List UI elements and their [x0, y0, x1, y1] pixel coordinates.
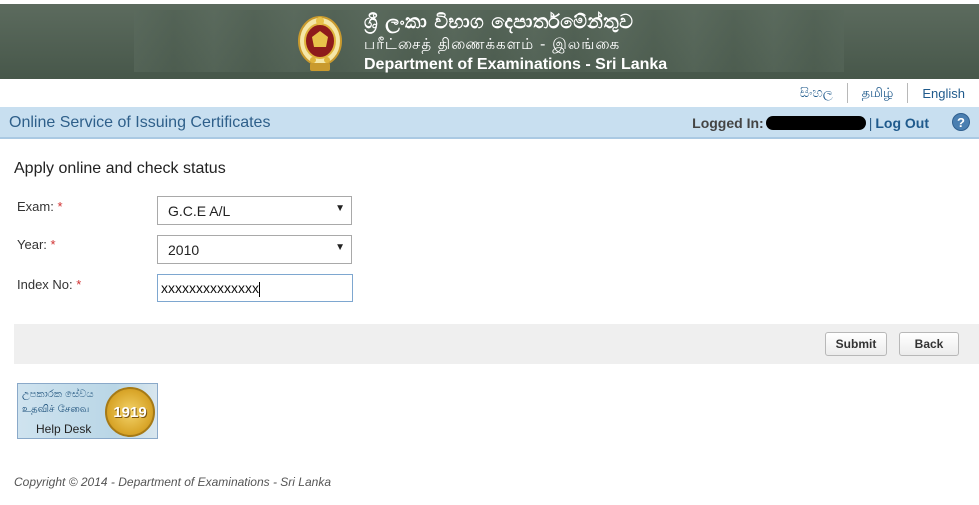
banner-titles: ශ්‍රී ලංකා විභාග දෙපාර්තමේන්තුව பரீட்சைத… — [364, 10, 667, 75]
help-desk-banner[interactable]: උපකාරක සේවය உதவிச் சேவை Help Desk 1919 — [17, 383, 158, 439]
title-tamil: பரீட்சைத் திணைக்களம் - இலங்கை — [364, 35, 621, 53]
year-select-value: 2010 — [168, 242, 200, 258]
help-desk-english: Help Desk — [36, 422, 92, 436]
site-banner: ශ්‍රී ලංකා විභාග දෙපාර්තමේන්තුව பரீட்சைத… — [0, 4, 979, 79]
form-action-bar: Submit Back — [14, 324, 979, 364]
exam-select-value: G.C.E A/L — [168, 203, 231, 219]
language-switcher: සිංහල தமிழ் English — [786, 80, 965, 106]
hotline-badge: 1919 — [105, 387, 155, 437]
lang-english-link[interactable]: English — [908, 86, 965, 101]
help-desk-tamil: உதவிச் சேவை — [22, 404, 90, 415]
service-nav-bar: Online Service of Issuing Certificates L… — [0, 107, 979, 139]
required-mark: * — [57, 199, 63, 214]
back-button[interactable]: Back — [899, 332, 959, 356]
copyright-text: Copyright © 2014 - Department of Examina… — [14, 475, 331, 489]
year-label: Year: * — [17, 237, 56, 252]
lang-sinhala-link[interactable]: සිංහල — [786, 85, 833, 101]
lang-tamil-link[interactable]: தமிழ் — [848, 85, 894, 102]
footer: Copyright © 2014 - Department of Examina… — [0, 458, 979, 505]
logged-in-label: Logged In: — [692, 115, 764, 131]
index-no-label: Index No: * — [17, 277, 82, 292]
redacted-username — [765, 116, 866, 130]
year-select[interactable]: 2010 ▼ — [157, 235, 352, 264]
sri-lanka-emblem-icon — [298, 16, 342, 71]
help-icon[interactable]: ? — [952, 113, 970, 131]
help-desk-sinhala: උපකාරක සේවය — [22, 389, 94, 400]
index-no-value: xxxxxxxxxxxxxx — [161, 280, 259, 296]
dropdown-arrow-icon: ▼ — [335, 203, 345, 214]
exam-select[interactable]: G.C.E A/L ▼ — [157, 196, 352, 225]
service-title: Online Service of Issuing Certificates — [9, 114, 271, 131]
submit-button[interactable]: Submit — [825, 332, 887, 356]
form-panel: Apply online and check status Exam: * G.… — [0, 141, 979, 458]
dropdown-arrow-icon: ▼ — [335, 242, 345, 253]
title-english: Department of Examinations - Sri Lanka — [364, 56, 668, 73]
separator: | — [868, 115, 873, 131]
logout-link[interactable]: Log Out — [875, 115, 929, 131]
user-status: Logged In: | Log Out — [692, 115, 929, 131]
title-sinhala: ශ්‍රී ලංකා විභාග දෙපාර්තමේන්තුව — [364, 11, 634, 33]
index-no-input[interactable]: xxxxxxxxxxxxxx — [157, 274, 353, 302]
text-caret — [259, 281, 260, 297]
required-mark: * — [50, 237, 56, 252]
exam-label: Exam: * — [17, 199, 63, 214]
required-mark: * — [76, 277, 82, 292]
page-title: Apply online and check status — [14, 160, 226, 177]
main-content: Apply online and check status Exam: * G.… — [0, 141, 979, 458]
